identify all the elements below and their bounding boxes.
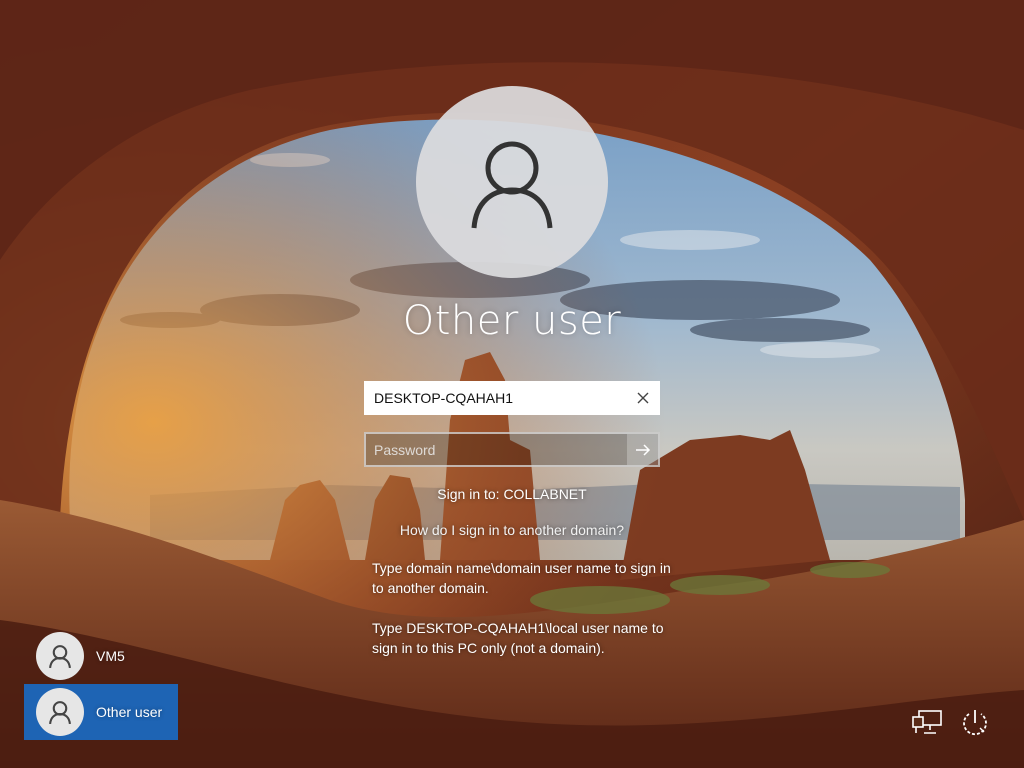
power-button[interactable] bbox=[958, 706, 992, 740]
close-icon bbox=[637, 392, 649, 404]
help-text-local: Type DESKTOP-CQAHAH1\local user name to … bbox=[372, 620, 664, 656]
user-icon bbox=[471, 141, 553, 229]
username-field[interactable] bbox=[364, 381, 660, 415]
user-name: VM5 bbox=[96, 648, 125, 664]
help-link[interactable]: How do I sign in to another domain? bbox=[0, 522, 1024, 538]
power-icon bbox=[963, 710, 987, 736]
network-button[interactable] bbox=[910, 706, 944, 740]
user-title: Other user bbox=[402, 298, 622, 344]
password-input[interactable] bbox=[366, 434, 627, 465]
user-icon bbox=[49, 645, 71, 669]
clear-button[interactable] bbox=[627, 382, 659, 414]
password-field[interactable] bbox=[364, 432, 660, 467]
avatar bbox=[36, 688, 84, 736]
user-icon bbox=[49, 701, 71, 725]
username-input[interactable] bbox=[365, 383, 627, 413]
sign-in-to-label: Sign in to: COLLABNET bbox=[437, 486, 587, 502]
user-item-vm5[interactable]: VM5 bbox=[24, 628, 178, 684]
user-avatar-large bbox=[416, 86, 608, 278]
network-icon bbox=[912, 710, 942, 734]
user-name: Other user bbox=[96, 704, 163, 720]
arrow-right-icon bbox=[635, 443, 650, 456]
avatar bbox=[36, 632, 84, 680]
user-item-other-user[interactable]: Other user bbox=[24, 684, 178, 740]
submit-button[interactable] bbox=[627, 434, 658, 465]
help-text-domain: Type domain name\domain user name to sig… bbox=[372, 560, 671, 596]
